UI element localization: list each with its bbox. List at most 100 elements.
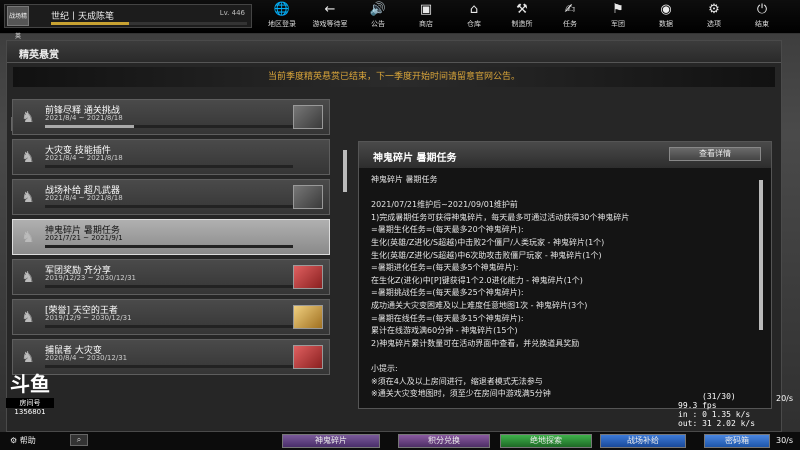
activity-list-scrollbar[interactable] xyxy=(343,150,347,192)
help-icon: ⚙ xyxy=(10,436,20,445)
soldier-icon: ♞ xyxy=(21,228,35,246)
help-label: 帮助 xyxy=(19,436,36,445)
activity-progress xyxy=(45,325,293,328)
reward-thumbnail xyxy=(293,305,323,329)
activity-date: 2021/8/4 ~ 2021/8/18 xyxy=(45,114,123,122)
activity-progress xyxy=(45,285,293,288)
megaphone-icon: 🔊 xyxy=(369,2,387,17)
list-item[interactable]: ♞ [荣誉] 天空的王者 2019/12/9 ~ 2030/12/31 xyxy=(12,299,330,335)
points-exchange-button[interactable]: 积分兑换 xyxy=(398,434,490,448)
detail-line: 生化(英雄/Z进化/S超越)中6次助攻击败僵尸玩家 - 神鬼碎片(1个) xyxy=(371,250,602,260)
douyu-logo: 斗鱼 xyxy=(10,372,50,396)
list-item[interactable]: ♞ 军团奖励 齐分享 2019/12/23 ~ 2030/12/31 xyxy=(12,259,330,295)
bottom-bar: 神鬼碎片 积分兑换 绝地探索 战场补给 密码箱 xyxy=(0,432,800,450)
nav-label: 结束 xyxy=(755,20,769,28)
panel-header: 精英悬赏 xyxy=(7,41,781,63)
soldier-icon: ♞ xyxy=(21,108,35,126)
soldier-icon: ♞ xyxy=(21,148,35,166)
data-icon: ◉ xyxy=(660,2,672,17)
nav-globe[interactable]: 🌐 地区登录 xyxy=(258,0,306,34)
nav-power[interactable]: ⏻ 结束 xyxy=(738,0,786,34)
activity-date: 2019/12/23 ~ 2030/12/31 xyxy=(45,274,137,282)
list-item[interactable]: ♞ 战场补给 超凡武器 2021/8/4 ~ 2021/8/18 xyxy=(12,179,330,215)
activity-date: 2020/8/4 ~ 2030/12/31 xyxy=(45,354,128,362)
nav-megaphone[interactable]: 🔊 公告 xyxy=(354,0,402,34)
room-id: 1356801 xyxy=(14,408,46,416)
survival-explore-button[interactable]: 绝地探索 xyxy=(500,434,592,448)
activity-progress xyxy=(45,365,293,368)
mission-icon: ✍ xyxy=(564,2,576,17)
nav-gear[interactable]: ⚙ 选项 xyxy=(690,0,738,34)
detail-line: ※须在4人及以上房间进行，缩退者模式无法参与 xyxy=(371,376,543,386)
detail-line: 小提示: xyxy=(371,363,398,373)
nav-army[interactable]: ⚑ 军团 xyxy=(594,0,642,34)
help-button[interactable]: ⚙ 帮助 xyxy=(10,435,36,446)
reward-thumbnail xyxy=(293,105,323,129)
activity-date: 2019/12/9 ~ 2030/12/31 xyxy=(45,314,132,322)
detail-line: =暑期生化任务=(每天最多20个神鬼碎片): xyxy=(371,225,524,235)
player-level: Lv. 446 xyxy=(219,9,245,17)
list-item[interactable]: ♞ 捕鼠者 大灾变 2020/8/4 ~ 2030/12/31 xyxy=(12,339,330,375)
view-details-button[interactable]: 查看详情 xyxy=(669,147,761,161)
detail-line: 成功通关大灾变困难及以上难度任意地图1次 - 神鬼碎片(3个) xyxy=(371,300,588,310)
detail-line: 神鬼碎片 暑期任务 xyxy=(371,175,438,184)
main-nav: 🌐 地区登录 ← 游戏等待室 🔊 公告 ▣ 商店 ⌂ 仓库 ⚒ 制造所 ✍ 任务 ⚑ 军团 ◉ 数据 ⚙ 选项 ⏻ 结束 xyxy=(258,0,786,34)
nav-label: 地区登录 xyxy=(268,20,296,28)
battle-supply-button[interactable]: 战场补给 xyxy=(600,434,686,448)
top-bar: 战场精英 世纪丨天成陈笔 Lv. 446 🌐 地区登录 ← 游戏等待室 🔊 公告 ▣ 商店 ⌂ 仓… xyxy=(0,0,800,40)
detail-header: 神鬼碎片 暑期任务 查看详情 xyxy=(359,142,771,168)
soldier-icon: ♞ xyxy=(21,308,35,326)
nav-label: 数据 xyxy=(659,20,673,28)
exp-bar xyxy=(51,22,247,25)
net-in-readout: in : 0 1.35 k/s xyxy=(678,410,751,419)
shop-icon: ▣ xyxy=(419,2,433,17)
detail-line: =暑期进化任务=(每天最多5个神鬼碎片): xyxy=(371,263,519,273)
streamer-watermark: 斗鱼 房间号 1356801 xyxy=(6,368,54,424)
nav-data[interactable]: ◉ 数据 xyxy=(642,0,690,34)
list-item[interactable]: ♞ 神鬼碎片 暑期任务 2021/7/21 ~ 2021/9/1 xyxy=(12,219,330,255)
detail-text: 神鬼碎片 暑期任务 2021/07/21维护后~2021/09/01维护前 1)完… xyxy=(371,174,751,402)
room-label: 房间号 xyxy=(6,398,54,408)
password-box-button[interactable]: 密码箱 xyxy=(704,434,770,448)
panel-title: 精英悬赏 xyxy=(19,50,59,61)
nav-label: 制造所 xyxy=(511,20,533,28)
soldier-icon: ♞ xyxy=(21,268,35,286)
activity-date: 2021/8/4 ~ 2021/8/18 xyxy=(45,154,123,162)
reward-thumbnail xyxy=(293,345,323,369)
list-item[interactable]: ♞ 大灾变 技能插件 2021/8/4 ~ 2021/8/18 xyxy=(12,139,330,175)
activity-progress xyxy=(45,165,293,168)
nav-shop[interactable]: ▣ 商店 xyxy=(402,0,450,34)
detail-scrollbar[interactable] xyxy=(759,180,763,330)
activity-date: 2021/7/21 ~ 2021/9/1 xyxy=(45,234,123,242)
ghost-shard-button[interactable]: 神鬼碎片 xyxy=(282,434,380,448)
detail-line: 在生化Z(进化)中[P]键获得1个2.0进化能力 - 神鬼碎片(1个) xyxy=(371,275,583,285)
power-icon: ⏻ xyxy=(756,2,768,17)
rate-top: 20/s xyxy=(776,394,794,403)
player-name: 世纪丨天成陈笔 xyxy=(51,12,115,22)
detail-line xyxy=(371,187,751,200)
activity-progress xyxy=(45,245,293,248)
player-info: 战场精英 世纪丨天成陈笔 Lv. 446 xyxy=(4,4,252,40)
nav-workshop[interactable]: ⚒ 制造所 xyxy=(498,0,546,34)
activity-progress xyxy=(45,125,293,128)
activity-date: 2021/8/4 ~ 2021/8/18 xyxy=(45,194,123,202)
nav-label: 任务 xyxy=(563,20,577,28)
list-item[interactable]: ♞ 前锋尽释 通关挑战 2021/8/4 ~ 2021/8/18 xyxy=(12,99,330,135)
nav-back-arrow[interactable]: ← 游戏等待室 xyxy=(306,0,354,34)
reward-thumbnail xyxy=(293,185,323,209)
nav-label: 公告 xyxy=(371,20,385,28)
search-icon[interactable]: ⌕ xyxy=(70,434,88,446)
detail-title: 神鬼碎片 暑期任务 xyxy=(373,153,457,164)
detail-line: 累计在线游戏满60分钟 - 神鬼碎片(15个) xyxy=(371,326,518,336)
nav-label: 游戏等待室 xyxy=(312,20,348,28)
soldier-icon: ♞ xyxy=(21,348,35,366)
nav-label: 商店 xyxy=(419,20,433,28)
season-notice: 当前季度精英悬赏已结束，下一季度开始时间请留意官网公告。 xyxy=(13,67,775,87)
nav-mission[interactable]: ✍ 任务 xyxy=(546,0,594,34)
rate-bottom: 30/s xyxy=(776,436,794,445)
nav-label: 仓库 xyxy=(467,20,481,28)
nav-warehouse[interactable]: ⌂ 仓库 xyxy=(450,0,498,34)
rank-badge: 战场精英 xyxy=(7,6,29,40)
activity-list[interactable]: ♞ 前锋尽释 通关挑战 2021/8/4 ~ 2021/8/18 ♞ 大灾变 技能插件 2… xyxy=(12,99,332,439)
workshop-icon: ⚒ xyxy=(516,2,528,17)
